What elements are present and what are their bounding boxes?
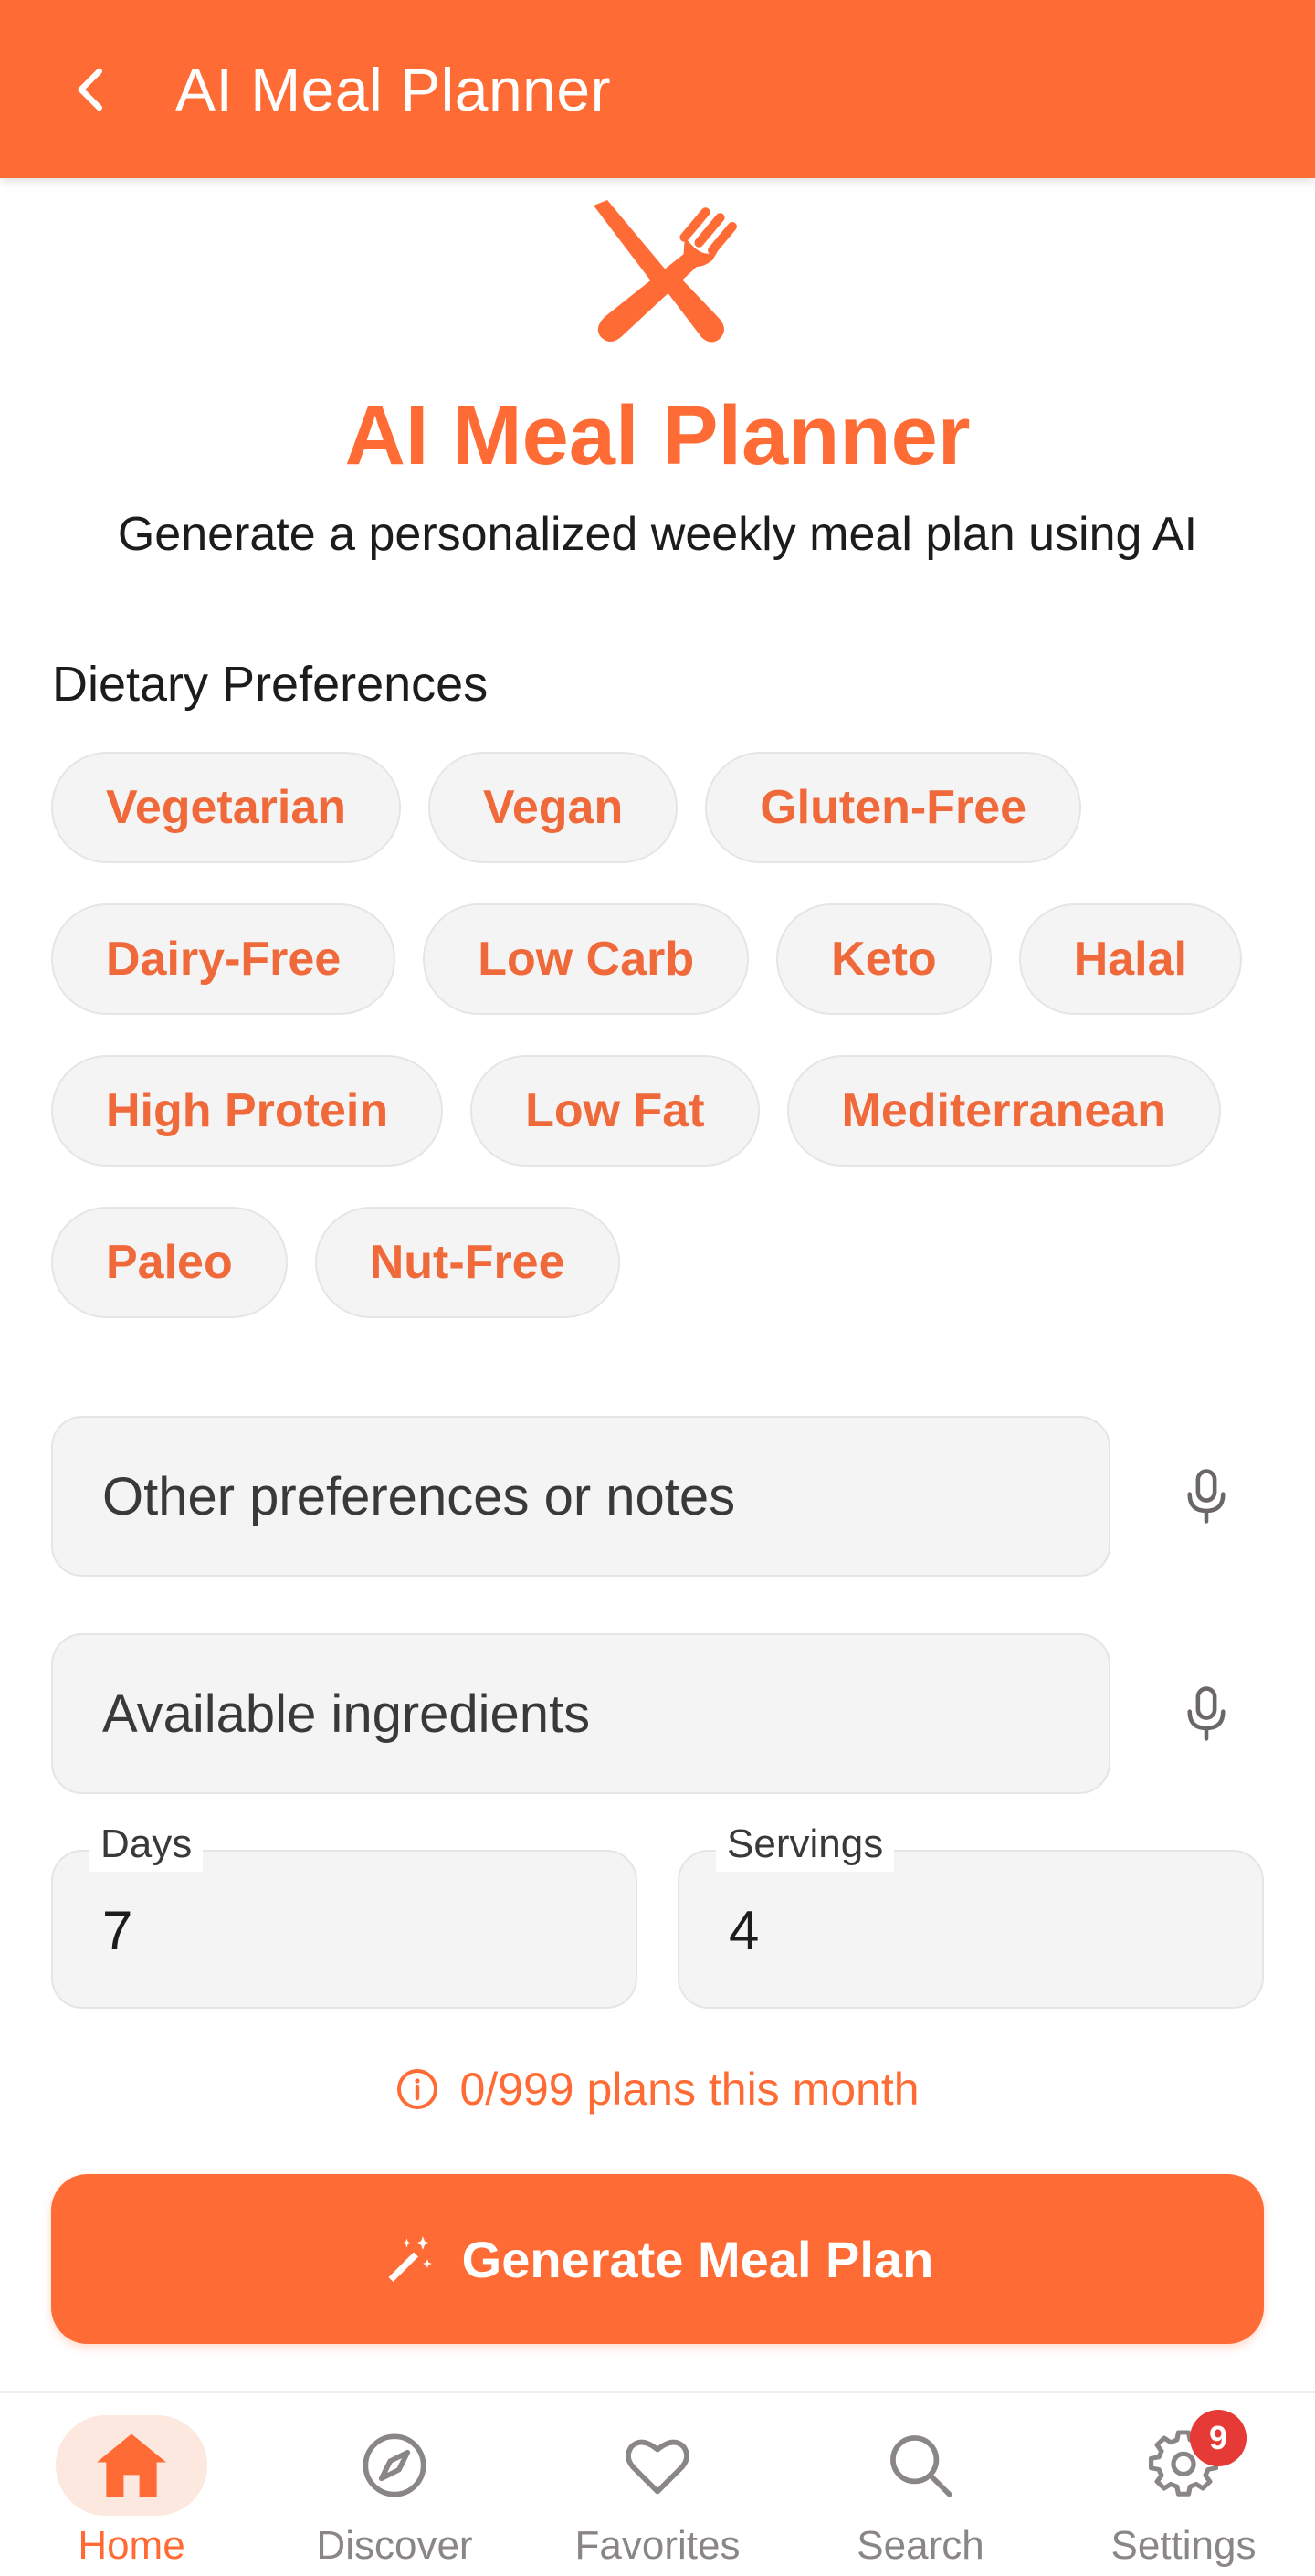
nav-label-favorites: Favorites [574, 2523, 741, 2568]
nav-icon-container [319, 2415, 470, 2516]
chip-vegetarian[interactable]: Vegetarian [51, 752, 402, 863]
chip-paleo[interactable]: Paleo [51, 1207, 288, 1318]
nav-icon-container: 9 [1108, 2410, 1259, 2516]
hero-title: AI Meal Planner [344, 389, 971, 482]
notes-mic-button[interactable] [1156, 1446, 1257, 1547]
days-input[interactable]: Days 7 [51, 1817, 637, 2009]
settings-notification-badge: 9 [1190, 2410, 1247, 2466]
chip-row: Vegetarian Vegan Gluten-Free [51, 752, 1275, 863]
chip-row: High Protein Low Fat Mediterranean [51, 1055, 1275, 1167]
ingredients-field-row: Available ingredients [51, 1633, 1266, 1794]
home-icon [97, 2433, 166, 2497]
back-button[interactable] [37, 35, 146, 144]
nav-item-discover[interactable]: Discover [263, 2393, 526, 2576]
chip-dairy-free[interactable]: Dairy-Free [51, 903, 396, 1015]
search-icon [890, 2435, 952, 2497]
days-label: Days [89, 1817, 204, 1872]
nav-label-search: Search [857, 2523, 984, 2568]
microphone-icon [1187, 1469, 1226, 1524]
chip-nut-free[interactable]: Nut-Free [314, 1207, 620, 1318]
generate-button-label: Generate Meal Plan [461, 2230, 934, 2288]
nav-label-home: Home [78, 2523, 185, 2568]
notes-input[interactable]: Other preferences or notes [51, 1416, 1110, 1577]
chip-row: Paleo Nut-Free [51, 1207, 1275, 1318]
chip-high-protein[interactable]: High Protein [51, 1055, 444, 1167]
hero-subtitle: Generate a personalized weekly meal plan… [117, 508, 1198, 561]
chip-vegan[interactable]: Vegan [428, 752, 679, 863]
nav-item-search[interactable]: Search [789, 2393, 1052, 2576]
servings-value: 4 [729, 1900, 760, 1961]
microphone-icon [1187, 1686, 1226, 1741]
notes-field-row: Other preferences or notes [51, 1416, 1266, 1577]
chip-row: Dairy-Free Low Carb Keto Halal [51, 903, 1275, 1015]
usage-text: 0/999 plans this month [459, 2064, 920, 2115]
app-screen: AI Meal Planner AI Meal Planner Generate… [0, 0, 1315, 2576]
nav-item-favorites[interactable]: Favorites [526, 2393, 789, 2576]
ingredients-placeholder: Available ingredients [102, 1684, 591, 1744]
dietary-chip-group: Vegetarian Vegan Gluten-Free Dairy-Free … [51, 752, 1275, 1358]
nav-icon-container [56, 2415, 207, 2516]
chip-low-fat[interactable]: Low Fat [470, 1055, 760, 1167]
chip-keto[interactable]: Keto [776, 903, 992, 1015]
generate-meal-plan-button[interactable]: Generate Meal Plan [51, 2174, 1264, 2344]
info-icon [397, 2069, 438, 2109]
fork-knife-crossed-icon [575, 196, 740, 352]
ingredients-input[interactable]: Available ingredients [51, 1633, 1110, 1794]
dietary-preferences-label: Dietary Preferences [52, 657, 489, 712]
servings-input[interactable]: Servings 4 [678, 1817, 1264, 2009]
chip-halal[interactable]: Halal [1018, 903, 1242, 1015]
nav-icon-container [845, 2415, 996, 2516]
servings-label: Servings [716, 1817, 895, 1872]
ingredients-mic-button[interactable] [1156, 1663, 1257, 1764]
nav-item-settings[interactable]: 9 Settings [1052, 2393, 1315, 2576]
nav-label-discover: Discover [316, 2523, 473, 2568]
notes-placeholder: Other preferences or notes [102, 1466, 736, 1526]
top-app-bar: AI Meal Planner [0, 0, 1315, 178]
days-value: 7 [102, 1900, 133, 1961]
nav-label-settings: Settings [1110, 2523, 1257, 2568]
nav-item-home[interactable]: Home [0, 2393, 263, 2576]
compass-icon [363, 2433, 426, 2497]
nav-icon-container [582, 2415, 733, 2516]
chevron-left-icon [78, 68, 102, 111]
chip-low-carb[interactable]: Low Carb [423, 903, 750, 1015]
usage-indicator: 0/999 plans this month [0, 2063, 1315, 2116]
chip-mediterranean[interactable]: Mediterranean [786, 1055, 1221, 1167]
app-bar-title: AI Meal Planner [175, 55, 612, 123]
chip-gluten-free[interactable]: Gluten-Free [705, 752, 1082, 863]
heart-icon [626, 2439, 689, 2495]
bottom-navigation: Home Discover Favorites Search 9 Setting… [0, 2391, 1315, 2576]
magic-wand-icon [388, 2236, 432, 2282]
